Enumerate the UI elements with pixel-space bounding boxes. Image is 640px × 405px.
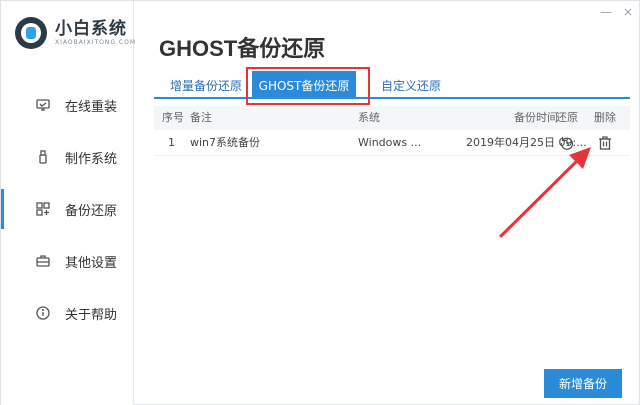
info-icon <box>35 305 51 321</box>
row-no: 1 <box>168 136 175 149</box>
tab-bar: 增量备份还原 GHOST备份还原 自定义还原 <box>154 71 630 99</box>
table-header: 序号 备注 系统 备份时间 还原 删除 <box>154 106 630 130</box>
sidebar-item-about-help[interactable]: 关于帮助 <box>1 287 134 339</box>
header-time: 备份时间 <box>514 111 558 124</box>
add-backup-button[interactable]: 新增备份 <box>544 369 622 398</box>
trash-icon[interactable] <box>597 135 613 151</box>
tab-custom-restore[interactable]: 自定义还原 <box>381 77 441 94</box>
monitor-icon <box>35 97 51 113</box>
logo-icon <box>15 17 47 49</box>
header-delete: 删除 <box>594 111 616 124</box>
close-icon[interactable]: × <box>621 5 635 19</box>
table-row[interactable]: 1 win7系统备份 Windows ... 2019年04月25日 09:..… <box>154 130 630 156</box>
sidebar-item-label: 制作系统 <box>65 151 118 167</box>
sidebar-item-label: 其他设置 <box>65 255 118 271</box>
briefcase-icon <box>35 253 51 269</box>
sidebar-item-backup-restore[interactable]: 备份还原 <box>1 183 134 235</box>
row-note: win7系统备份 <box>190 136 261 149</box>
sidebar-item-label: 在线重装 <box>65 99 118 115</box>
grid-icon <box>35 201 51 217</box>
app-window: — × 小白系统 XIAOBAIXITONG.COM 在线重装 制作系统 备份还… <box>0 0 640 405</box>
tab-incremental-backup[interactable]: 增量备份还原 <box>170 77 242 94</box>
sidebar-item-make-system[interactable]: 制作系统 <box>1 131 134 183</box>
header-restore: 还原 <box>556 111 578 124</box>
minimize-icon[interactable]: — <box>599 5 613 19</box>
row-system: Windows ... <box>358 136 422 149</box>
header-system: 系统 <box>358 111 380 124</box>
logo: 小白系统 XIAOBAIXITONG.COM <box>15 17 136 49</box>
header-note: 备注 <box>190 111 212 124</box>
sidebar: 小白系统 XIAOBAIXITONG.COM 在线重装 制作系统 备份还原 其他… <box>1 1 136 405</box>
page-title: GHOST备份还原 <box>159 36 326 61</box>
sidebar-item-label: 关于帮助 <box>65 307 118 323</box>
header-no: 序号 <box>162 111 184 124</box>
logo-subtitle: XIAOBAIXITONG.COM <box>55 39 136 46</box>
sidebar-item-other-settings[interactable]: 其他设置 <box>1 235 134 287</box>
usb-icon <box>35 149 51 165</box>
annotation-arrow <box>499 147 591 238</box>
tab-ghost-backup[interactable]: GHOST备份还原 <box>252 71 356 99</box>
logo-title: 小白系统 <box>55 19 127 38</box>
backup-table: 序号 备注 系统 备份时间 还原 删除 1 win7系统备份 Windows .… <box>154 106 630 156</box>
restore-icon[interactable] <box>559 135 575 151</box>
sidebar-nav: 在线重装 制作系统 备份还原 其他设置 关于帮助 <box>1 79 134 339</box>
sidebar-item-label: 备份还原 <box>65 203 118 219</box>
sidebar-item-online-reinstall[interactable]: 在线重装 <box>1 79 134 131</box>
